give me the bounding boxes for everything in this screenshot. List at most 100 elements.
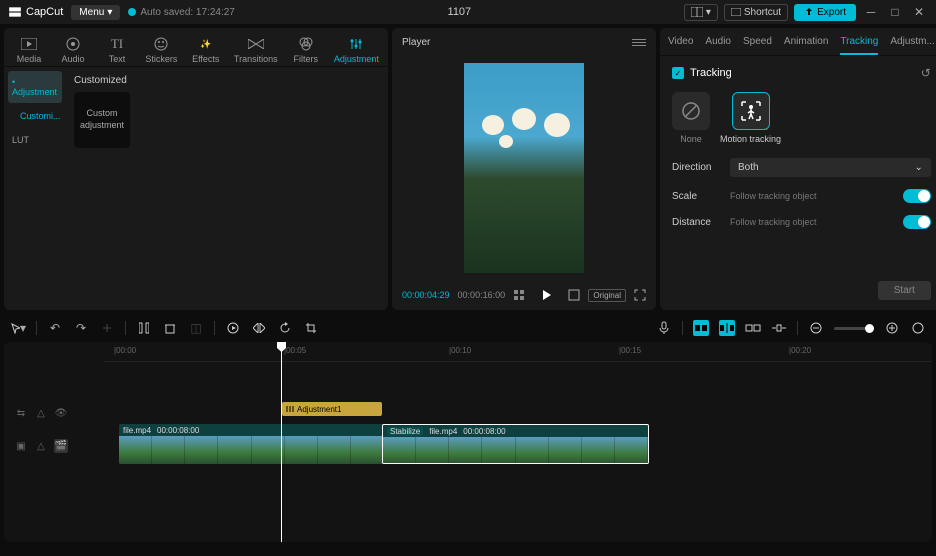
undo-button[interactable]: ↶ <box>47 320 63 336</box>
fullscreen-icon[interactable] <box>634 287 646 303</box>
tab-audio[interactable]: Audio <box>52 34 94 66</box>
grid-icon[interactable] <box>513 287 525 303</box>
split-clip-button[interactable] <box>136 320 152 336</box>
player-title: Player <box>402 37 430 48</box>
prop-tab-adjustment[interactable]: Adjustm... <box>890 34 934 53</box>
magnet-a[interactable] <box>693 320 709 336</box>
app-name: CapCut <box>26 6 63 18</box>
player-controls: 00:00:04:29 00:00:16:00 Original <box>392 280 656 310</box>
tab-effects[interactable]: ✨Effects <box>185 34 227 66</box>
tab-filters[interactable]: Filters <box>285 34 327 66</box>
tracking-mode-motion[interactable]: Motion tracking <box>720 92 781 144</box>
clip-duration: 00:00:08:00 <box>157 426 199 435</box>
zoom-slider[interactable] <box>834 327 874 330</box>
mirror-button[interactable] <box>251 320 267 336</box>
zoom-out-button[interactable] <box>808 320 824 336</box>
track-lock-icon[interactable]: 👁 <box>54 406 68 420</box>
tab-text[interactable]: TIText <box>96 34 138 66</box>
sidebar-item-adjustment[interactable]: • Adjustment <box>8 71 62 103</box>
tab-adjustment[interactable]: Adjustment <box>329 34 384 66</box>
selection-tool[interactable]: ▾ <box>10 320 26 336</box>
adjustment-clip[interactable]: Adjustment1 <box>282 402 382 416</box>
tab-media[interactable]: Media <box>8 34 50 66</box>
tracking-mode-none[interactable]: None <box>672 92 710 144</box>
media-icon <box>21 36 37 52</box>
autosave-status: Auto saved: 17:24:27 <box>128 7 235 18</box>
track-collapse-icon[interactable]: ⇆ <box>14 406 28 420</box>
layout-button[interactable]: ▾ <box>684 4 718 21</box>
minimize-button[interactable]: ─ <box>862 3 880 21</box>
ratio-icon[interactable] <box>568 287 580 303</box>
none-icon <box>672 92 710 130</box>
tracking-checkbox[interactable]: ✓ <box>672 67 684 79</box>
preview-frame <box>464 63 584 273</box>
play-button[interactable] <box>541 287 553 303</box>
ruler-tick: |00:10 <box>449 346 471 355</box>
playhead[interactable] <box>281 342 282 542</box>
scale-sublabel: Follow tracking object <box>730 191 817 201</box>
autosave-dot-icon <box>128 8 136 16</box>
menu-button[interactable]: Menu ▾ <box>71 5 120 20</box>
player-menu-icon[interactable] <box>632 39 646 46</box>
redo-button[interactable]: ↷ <box>73 320 89 336</box>
track-visibility-icon[interactable]: △ <box>34 406 48 420</box>
rotate-button[interactable] <box>277 320 293 336</box>
app-logo: CapCut <box>8 5 63 19</box>
distance-toggle[interactable] <box>903 215 931 229</box>
timeline-ruler[interactable]: |00:00 |00:05 |00:10 |00:15 |00:20 <box>104 342 932 362</box>
text-icon: TI <box>109 36 125 52</box>
magnet-b[interactable] <box>719 320 735 336</box>
prop-tab-audio[interactable]: Audio <box>705 34 731 53</box>
transitions-icon <box>248 36 264 52</box>
asset-content: Customized Custom adjustment <box>66 67 388 310</box>
prop-tab-video[interactable]: Video <box>668 34 693 53</box>
zoom-in-button[interactable] <box>884 320 900 336</box>
maximize-button[interactable]: □ <box>886 3 904 21</box>
scale-toggle[interactable] <box>903 189 931 203</box>
record-button[interactable] <box>225 320 241 336</box>
tool-a[interactable]: ◫ <box>188 320 204 336</box>
effects-icon: ✨ <box>198 36 214 52</box>
clip-name: file.mp4 <box>429 427 457 436</box>
ruler-tick: |00:15 <box>619 346 641 355</box>
timeline-toolbar: ▾ ↶ ↷ ◫ <box>4 314 932 342</box>
audio-icon <box>65 36 81 52</box>
sidebar-item-customized[interactable]: Customi... <box>8 105 62 127</box>
clip-duration: 00:00:08:00 <box>463 427 505 436</box>
snap-button[interactable] <box>771 320 787 336</box>
crop-button[interactable] <box>303 320 319 336</box>
sidebar-item-lut[interactable]: LUT <box>8 129 62 151</box>
chevron-down-icon: ▾ <box>107 7 112 18</box>
motion-tracking-icon <box>732 92 770 130</box>
timeline-tracks[interactable]: |00:00 |00:05 |00:10 |00:15 |00:20 ⇆ △ 👁… <box>4 342 932 542</box>
tab-transitions[interactable]: Transitions <box>229 34 283 66</box>
custom-adjustment-thumb[interactable]: Custom adjustment <box>74 92 130 148</box>
start-tracking-button[interactable]: Start <box>878 281 931 300</box>
split-button[interactable] <box>99 320 115 336</box>
ruler-tick: |00:00 <box>114 346 136 355</box>
mic-button[interactable] <box>656 320 672 336</box>
direction-dropdown[interactable]: Both ⌄ <box>730 158 931 177</box>
current-time: 00:00:04:29 <box>402 290 450 300</box>
export-button[interactable]: Export <box>794 4 856 21</box>
track-mute-icon[interactable]: 🎬 <box>54 439 68 453</box>
track-visibility-icon[interactable]: △ <box>34 439 48 453</box>
prop-tab-tracking[interactable]: Tracking <box>840 34 878 55</box>
prop-tab-speed[interactable]: Speed <box>743 34 772 53</box>
property-tabs: Video Audio Speed Animation Tracking Adj… <box>660 28 936 56</box>
quality-badge[interactable]: Original <box>588 289 626 302</box>
close-button[interactable]: ✕ <box>910 3 928 21</box>
preview-link-button[interactable] <box>745 320 761 336</box>
video-clip-2[interactable]: Stabilize file.mp4 00:00:08:00 <box>382 424 649 464</box>
track-type-icon[interactable]: ▣ <box>14 439 28 453</box>
ruler-tick: |00:05 <box>284 346 306 355</box>
shortcut-button[interactable]: Shortcut <box>724 4 788 21</box>
tab-stickers[interactable]: Stickers <box>140 34 183 66</box>
player-viewport[interactable] <box>392 56 656 280</box>
delete-button[interactable] <box>162 320 178 336</box>
filters-icon <box>298 36 314 52</box>
reset-icon[interactable]: ↺ <box>921 66 931 80</box>
prop-tab-animation[interactable]: Animation <box>784 34 828 53</box>
duration: 00:00:16:00 <box>458 290 506 300</box>
zoom-fit-button[interactable] <box>910 320 926 336</box>
